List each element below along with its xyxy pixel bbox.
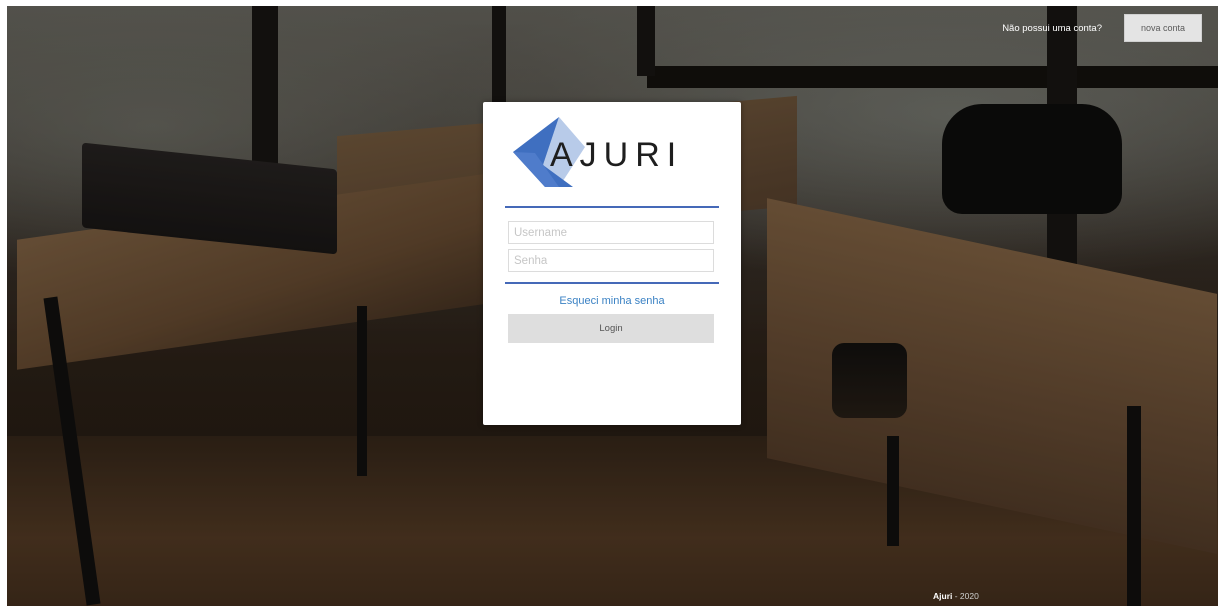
account-prompt-text: Não possui uma conta? [1002, 22, 1102, 34]
desk-leg [43, 296, 101, 606]
footer-brand: Ajuri [933, 591, 953, 601]
desk-jar [832, 343, 907, 418]
desk-leg [887, 436, 899, 546]
divider-bottom [505, 282, 719, 284]
desk-leg [1127, 406, 1141, 606]
desk-surface-left [17, 172, 497, 370]
footer-year: - 2020 [952, 591, 979, 601]
login-button[interactable]: Login [508, 314, 714, 343]
closed-laptop [82, 142, 337, 255]
window-mullion [1047, 6, 1077, 296]
desk-surface-right [767, 198, 1217, 554]
footer: Ajuri - 2020 [933, 591, 979, 601]
login-card: AJURI Esqueci minha senha Login [483, 102, 741, 425]
window-mullion [637, 6, 655, 76]
forgot-password-link[interactable]: Esqueci minha senha [483, 295, 741, 307]
logo-wordmark: AJURI [550, 136, 684, 174]
password-input[interactable] [508, 249, 714, 272]
wood-floor [7, 436, 1218, 606]
divider-top [505, 206, 719, 208]
new-account-button[interactable]: nova conta [1124, 14, 1202, 42]
username-input[interactable] [508, 221, 714, 244]
office-chair [942, 104, 1122, 214]
account-bar: Não possui uma conta? nova conta [1002, 14, 1202, 42]
desk-leg [357, 306, 367, 476]
window-beam [647, 66, 1218, 88]
window-mullion [252, 6, 278, 206]
background-photo: Não possui uma conta? nova conta AJURI E… [7, 6, 1218, 606]
